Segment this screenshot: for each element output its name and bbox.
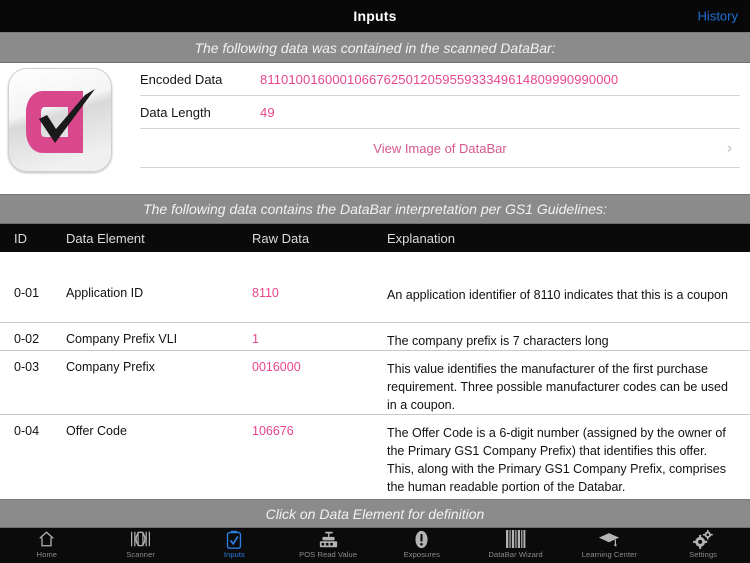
tab-label: Inputs (223, 550, 245, 559)
coupon-check-app-icon (8, 68, 112, 172)
data-length-value: 49 (260, 104, 275, 120)
chevron-right-icon: › (727, 139, 732, 157)
row-id: 0-02 (14, 332, 40, 346)
row-data-element[interactable]: Offer Code (66, 424, 127, 438)
navigation-bar: Inputs History (0, 0, 750, 32)
tab-settings[interactable]: Settings (656, 528, 750, 563)
tab-inputs[interactable]: Inputs (188, 528, 282, 563)
section-banner-gs1-interpretation: The following data contains the DataBar … (0, 194, 750, 224)
row-raw-data: 0016000 (252, 360, 301, 374)
tab-label: Settings (689, 550, 718, 559)
tab-exposures[interactable]: Exposures (375, 528, 469, 563)
barcode-icon (505, 529, 526, 549)
page-title: Inputs (353, 8, 397, 24)
encoded-data-value: 8110100160001066762501205955933349614809… (260, 71, 619, 87)
home-icon (37, 529, 56, 549)
data-length-label: Data Length (140, 104, 211, 120)
encoded-data-label: Encoded Data (140, 71, 223, 87)
gears-icon (692, 529, 714, 549)
cash-register-icon (318, 529, 339, 549)
row-explanation: This value identifies the manufacturer o… (387, 362, 728, 413)
tab-bar: Home Scanner Inputs POS Read Value Expos… (0, 528, 750, 563)
section-banner-hint: Click on Data Element for definition (0, 499, 750, 528)
summary-section: Encoded Data 811010016000106676250120595… (0, 63, 750, 194)
table-row[interactable]: 0-04 Offer Code 106676 The Offer Code is… (0, 415, 750, 495)
row-id: 0-01 (14, 286, 40, 300)
table-header-row: ID Data Element Raw Data Explanation (0, 224, 750, 252)
row-data-element[interactable]: Company Prefix (66, 360, 155, 374)
row-explanation: The Offer Code is a 6-digit number (assi… (387, 426, 727, 495)
tab-label: Scanner (126, 550, 155, 559)
view-image-of-databar-label: View Image of DataBar (373, 140, 507, 156)
table-row[interactable]: 0-01 Application ID 8110 An application … (0, 277, 750, 323)
table-row[interactable]: 0-03 Company Prefix 0016000 This value i… (0, 351, 750, 415)
scanner-icon (130, 529, 151, 549)
tab-home[interactable]: Home (0, 528, 94, 563)
column-header-raw-data: Raw Data (252, 231, 310, 246)
row-data-element[interactable]: Application ID (66, 286, 143, 300)
tab-label: Learning Center (581, 550, 638, 559)
row-raw-data: 106676 (252, 424, 294, 438)
tab-label: POS Read Value (299, 550, 358, 559)
row-explanation: The company prefix is 7 characters long (387, 334, 609, 348)
row-id: 0-04 (14, 424, 40, 438)
clipboard-check-icon (226, 529, 242, 549)
tab-label: DataBar Wizard (488, 550, 543, 559)
encoded-data-row: Encoded Data 811010016000106676250120595… (140, 63, 740, 96)
column-header-explanation: Explanation (387, 231, 455, 246)
row-explanation: An application identifier of 8110 indica… (387, 288, 728, 302)
exclamation-circle-icon (414, 529, 429, 549)
tab-databar-wizard[interactable]: DataBar Wizard (469, 528, 563, 563)
history-link[interactable]: History (698, 9, 738, 24)
tab-label: Home (36, 550, 58, 559)
data-element-table: 0-01 Application ID 8110 An application … (0, 252, 750, 499)
table-top-spacer (0, 252, 750, 277)
tab-learning-center[interactable]: Learning Center (563, 528, 657, 563)
column-header-id: ID (14, 231, 27, 246)
tab-scanner[interactable]: Scanner (94, 528, 188, 563)
row-data-element[interactable]: Company Prefix VLI (66, 332, 177, 346)
view-image-of-databar-button[interactable]: View Image of DataBar › (140, 129, 740, 168)
row-raw-data: 8110 (252, 286, 279, 300)
encoded-data-list: Encoded Data 811010016000106676250120595… (140, 63, 740, 168)
row-raw-data: 1 (252, 332, 259, 346)
tab-pos-read-value[interactable]: POS Read Value (281, 528, 375, 563)
graduation-cap-icon (598, 529, 620, 549)
data-length-row: Data Length 49 (140, 96, 740, 129)
row-id: 0-03 (14, 360, 40, 374)
table-row[interactable]: 0-02 Company Prefix VLI 1 The company pr… (0, 323, 750, 351)
column-header-data-element: Data Element (66, 231, 145, 246)
app-screen: Inputs History The following data was co… (0, 0, 750, 563)
tab-label: Exposures (403, 550, 441, 559)
section-banner-scanned-data: The following data was contained in the … (0, 32, 750, 63)
